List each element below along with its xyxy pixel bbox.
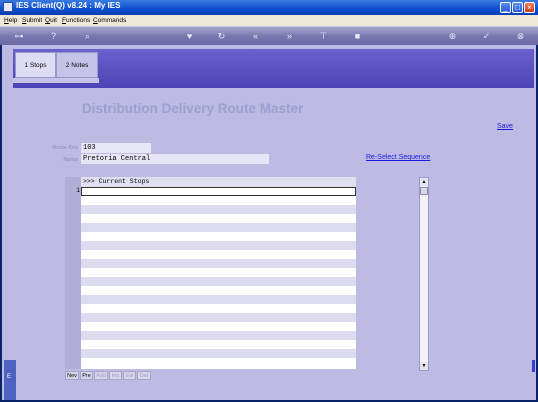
table-row[interactable] — [81, 259, 356, 268]
menu-quit[interactable]: Quit — [45, 15, 57, 26]
add-icon[interactable]: ⊕ — [447, 31, 458, 42]
minimize-button[interactable]: _ — [500, 2, 511, 13]
table-row[interactable] — [81, 304, 356, 313]
table-row[interactable] — [81, 268, 356, 277]
next-button[interactable]: Nev — [65, 371, 79, 380]
row-number: 1 — [76, 187, 80, 194]
scroll-up-arrow-icon[interactable]: ▲ — [420, 178, 428, 186]
table-row[interactable] — [81, 214, 356, 223]
help-icon[interactable]: ? — [48, 31, 59, 42]
search-icon[interactable]: ⌕ — [82, 31, 93, 42]
scroll-down-arrow-icon[interactable]: ▼ — [420, 362, 428, 370]
name-field[interactable]: Pretoria Central — [81, 154, 269, 164]
route-key-label: Route Key — [52, 145, 78, 151]
pin-icon[interactable]: ⊤ — [318, 31, 329, 42]
table-row[interactable] — [81, 277, 356, 286]
app-window: IES Client(Q) v8.24 : My IES _ □ × Help … — [0, 0, 538, 402]
fast-forward-icon[interactable]: » — [284, 31, 295, 42]
add-button[interactable]: Add — [94, 371, 108, 380]
scroll-thumb[interactable] — [420, 187, 428, 195]
tab-notes-label: 2 Notes — [65, 62, 89, 69]
table-row[interactable] — [81, 196, 356, 205]
table-row[interactable] — [81, 331, 356, 340]
table-row[interactable] — [81, 349, 356, 358]
title-bar[interactable]: IES Client(Q) v8.24 : My IES _ □ × — [0, 0, 538, 15]
maximize-button[interactable]: □ — [512, 2, 523, 13]
route-key-field[interactable]: 103 — [81, 143, 151, 153]
table-row[interactable] — [81, 223, 356, 232]
previous-button[interactable]: Pre — [80, 371, 93, 380]
page-title: Distribution Delivery Route Master — [82, 101, 304, 116]
client-area: 1 Stops 2 Notes Distribution Delivery Ro… — [2, 45, 536, 400]
tab-stops[interactable]: 1 Stops — [15, 52, 56, 78]
menu-commands[interactable]: Commands — [93, 15, 126, 26]
app-icon — [3, 2, 13, 12]
tab-notes[interactable]: 2 Notes — [56, 52, 98, 78]
table-row[interactable] — [81, 286, 356, 295]
grid-scrollbar[interactable]: ▲ ▼ — [419, 177, 429, 371]
menu-functions[interactable]: Functions — [62, 15, 90, 26]
close-icon[interactable]: ⊗ — [515, 31, 526, 42]
menu-bar: Help Submit Quit Functions Commands — [0, 15, 538, 26]
table-row[interactable] — [81, 313, 356, 322]
heart-icon[interactable]: ♥ — [184, 31, 195, 42]
rewind-icon[interactable]: « — [250, 31, 261, 42]
left-edge-panel[interactable]: E — [4, 360, 16, 400]
menu-submit[interactable]: Submit — [22, 15, 42, 26]
key-icon[interactable]: ⊶ — [8, 31, 30, 42]
left-edge-label: E — [7, 374, 12, 380]
table-row[interactable] — [81, 358, 356, 367]
ok-icon[interactable]: ✓ — [481, 31, 492, 42]
reselect-sequence-link[interactable]: Re-Select Sequence — [366, 154, 430, 161]
table-row[interactable] — [81, 241, 356, 250]
current-row-input[interactable] — [81, 187, 356, 196]
window-title: IES Client(Q) v8.24 : My IES — [16, 1, 121, 10]
name-label: Name — [63, 157, 78, 163]
table-row[interactable] — [81, 250, 356, 259]
table-row[interactable] — [81, 322, 356, 331]
right-edge-marker — [532, 360, 535, 372]
tab-stops-label: 1 Stops — [24, 62, 47, 69]
toolbar: ⊶ ? ⌕ ♥ ↻ « » ⊤ ■ ⊕ ✓ ⊗ — [0, 26, 538, 45]
delete-button[interactable]: Del — [137, 371, 151, 380]
stops-grid[interactable]: >>> Current Stops 1 — [65, 177, 356, 369]
menu-help[interactable]: Help — [4, 15, 17, 26]
row-number-gutter — [65, 177, 81, 369]
table-row[interactable] — [81, 340, 356, 349]
refresh-icon[interactable]: ↻ — [216, 31, 227, 42]
tab-strip: 1 Stops 2 Notes — [13, 49, 534, 88]
stop-icon[interactable]: ■ — [352, 31, 363, 42]
table-row[interactable] — [81, 295, 356, 304]
save-link[interactable]: Save — [497, 123, 513, 130]
edit-button[interactable]: Ed — [123, 371, 136, 380]
table-row[interactable] — [81, 205, 356, 214]
insert-button[interactable]: Ins — [109, 371, 122, 380]
grid-header: >>> Current Stops — [81, 177, 356, 187]
table-row[interactable] — [81, 232, 356, 241]
close-button[interactable]: × — [524, 2, 535, 13]
